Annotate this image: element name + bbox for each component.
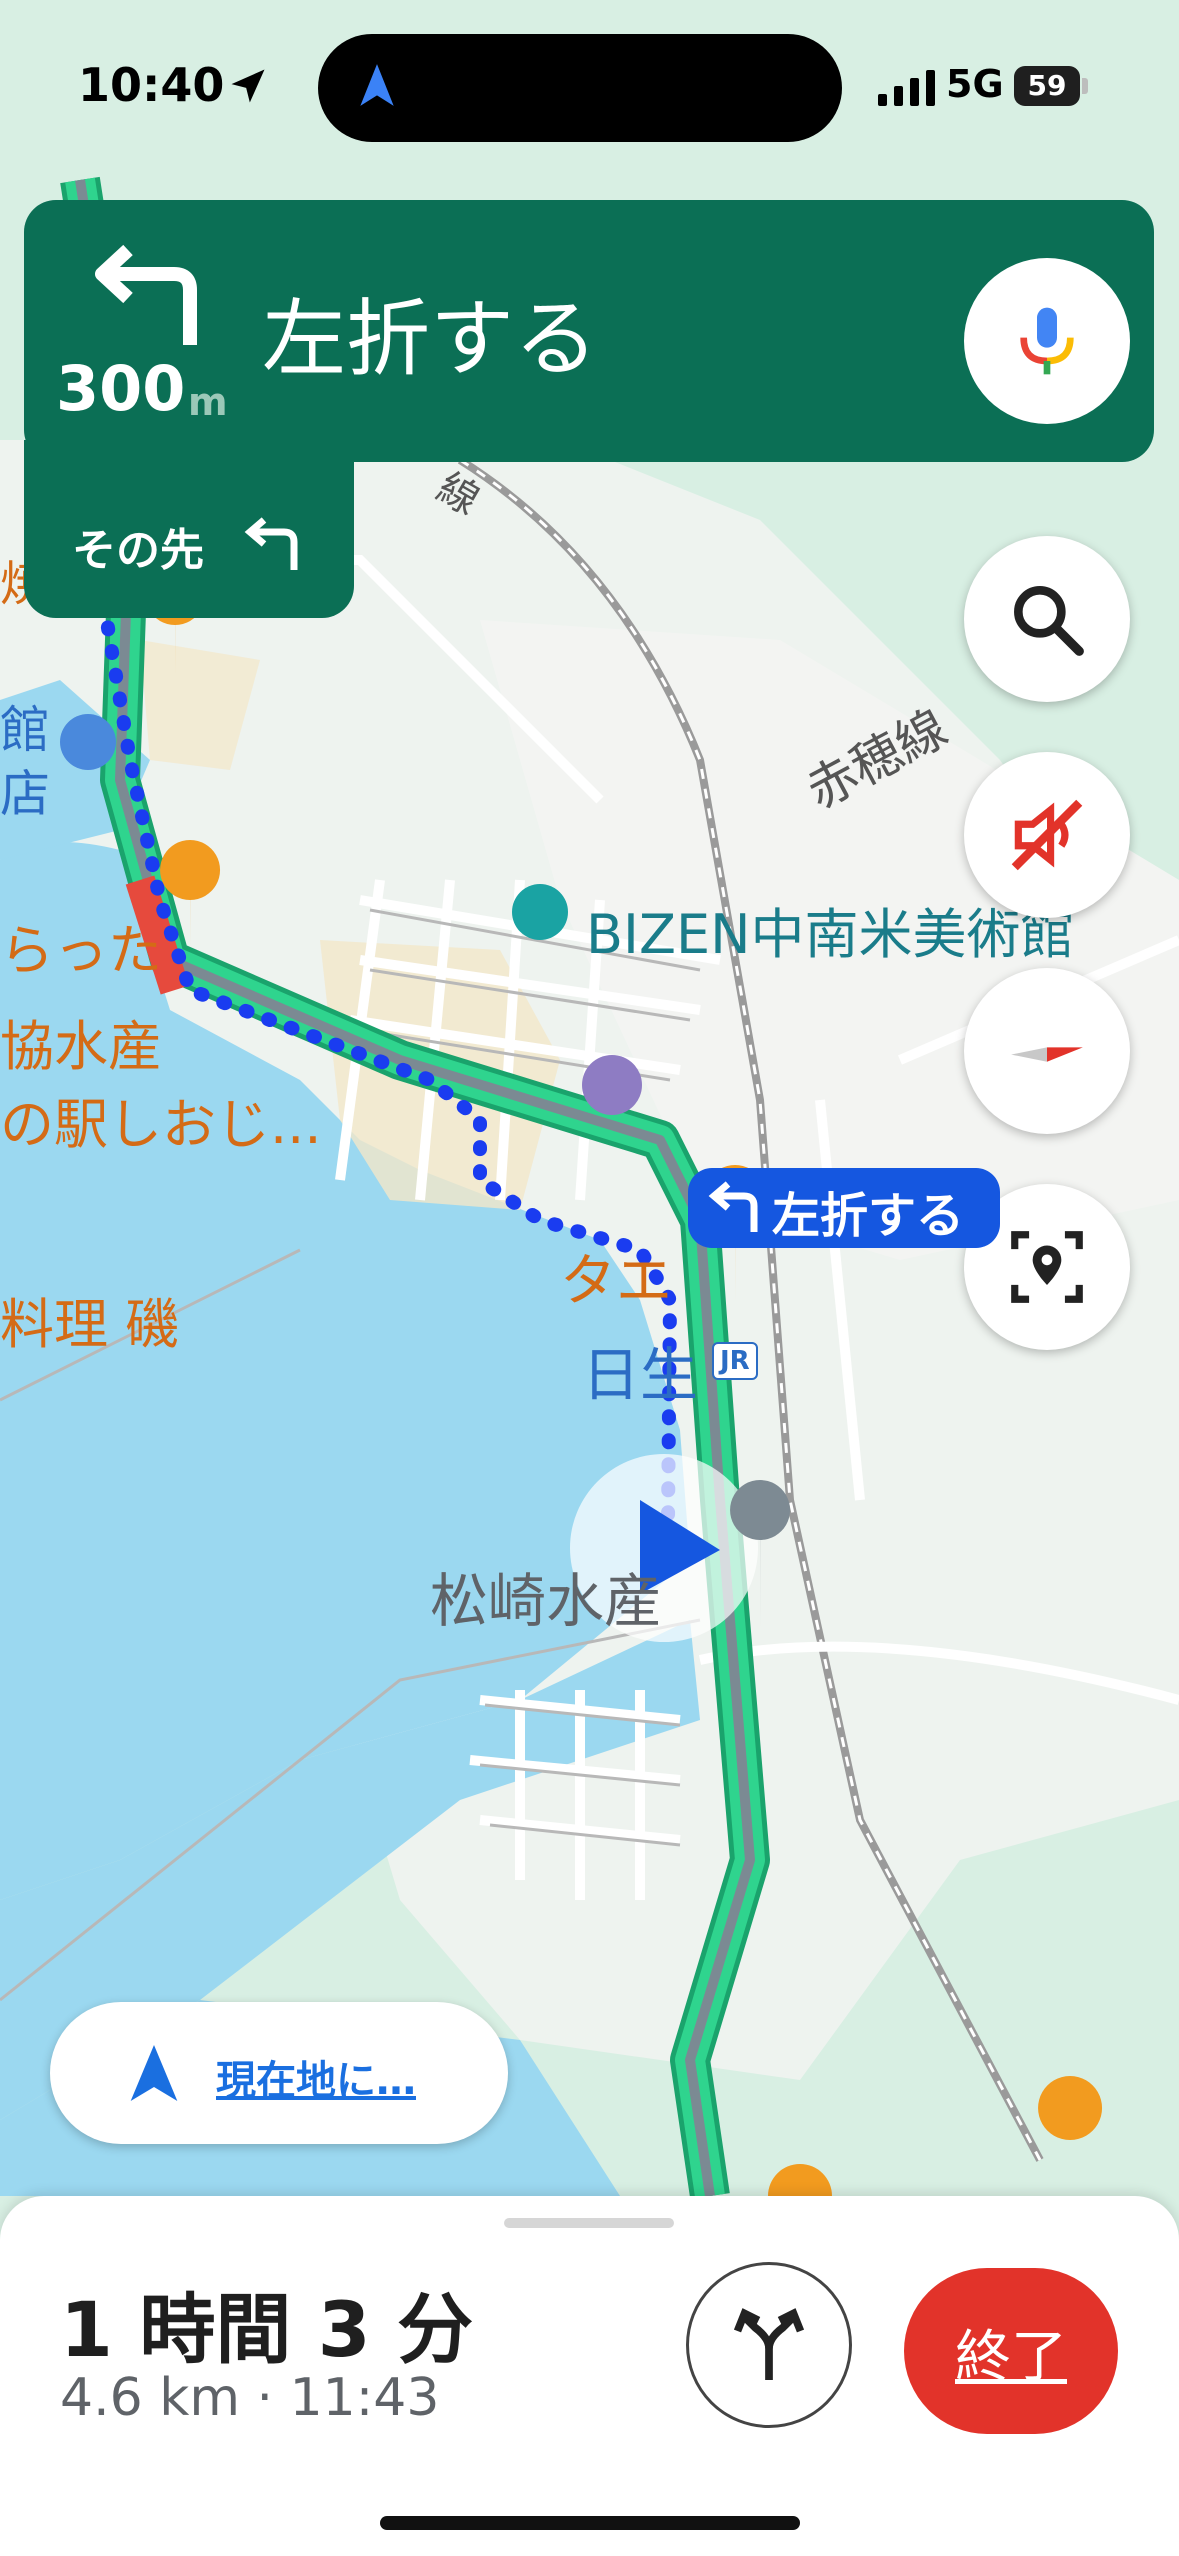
alternate-routes-icon bbox=[733, 2308, 805, 2380]
distance-unit: m bbox=[188, 380, 228, 424]
volume-off-icon bbox=[1011, 799, 1083, 871]
voice-search-button[interactable] bbox=[964, 258, 1130, 424]
trip-distance-arrival: 4.6 km · 11:43 bbox=[60, 2368, 440, 2428]
map-label-left-3: らった bbox=[0, 919, 162, 982]
turn-left-icon bbox=[95, 244, 197, 345]
distance-to-turn: 300 bbox=[56, 352, 186, 425]
map-label-near-turn: タエ bbox=[560, 1249, 672, 1314]
seafood-shop-label[interactable]: 松崎水産 bbox=[430, 1554, 662, 1638]
battery-tip bbox=[1082, 78, 1088, 94]
then-turn-left-icon bbox=[244, 517, 298, 570]
navigation-arrow-icon bbox=[360, 64, 394, 106]
home-indicator[interactable] bbox=[380, 2516, 800, 2530]
map-label-left-6: 料理 磯 bbox=[0, 1293, 180, 1356]
report-location-icon bbox=[1011, 1231, 1083, 1303]
mic-icon bbox=[1020, 307, 1074, 375]
mute-button[interactable] bbox=[964, 752, 1130, 918]
navigation-arrow-icon bbox=[130, 2045, 178, 2101]
map-label-left-1: 館 bbox=[0, 701, 50, 759]
jr-badge: JR bbox=[712, 1342, 758, 1380]
map-label-left-4: 協水産 bbox=[0, 1015, 162, 1078]
map-label-left-5: の駅しおじ... bbox=[0, 1093, 322, 1156]
recenter-label[interactable]: 現在地に… bbox=[216, 2048, 416, 2106]
trip-duration: 1 時間 3 分 bbox=[60, 2285, 474, 2374]
status-time: 10:40 bbox=[78, 58, 225, 112]
map-label-left-2: 店 bbox=[0, 765, 50, 823]
end-navigation-label[interactable]: 終了 bbox=[904, 2312, 1118, 2393]
callout-turn-left-icon bbox=[708, 1181, 758, 1232]
compass-button[interactable] bbox=[964, 968, 1130, 1134]
turn-instruction: 左折する bbox=[262, 290, 599, 388]
signal-icon bbox=[878, 70, 935, 106]
sheet-handle[interactable] bbox=[504, 2218, 674, 2228]
search-button[interactable] bbox=[964, 536, 1130, 702]
compass-icon bbox=[1011, 1047, 1083, 1062]
then-label: その先 bbox=[72, 525, 204, 576]
callout-text: 左折する bbox=[772, 1188, 965, 1244]
network-type: 5G bbox=[946, 62, 1004, 106]
alternate-routes-button[interactable] bbox=[686, 2262, 852, 2428]
location-arrow-icon bbox=[231, 69, 265, 103]
station-label[interactable]: 日生 bbox=[582, 1328, 698, 1412]
search-icon bbox=[1014, 586, 1084, 656]
battery-indicator: 59 bbox=[1014, 66, 1080, 106]
